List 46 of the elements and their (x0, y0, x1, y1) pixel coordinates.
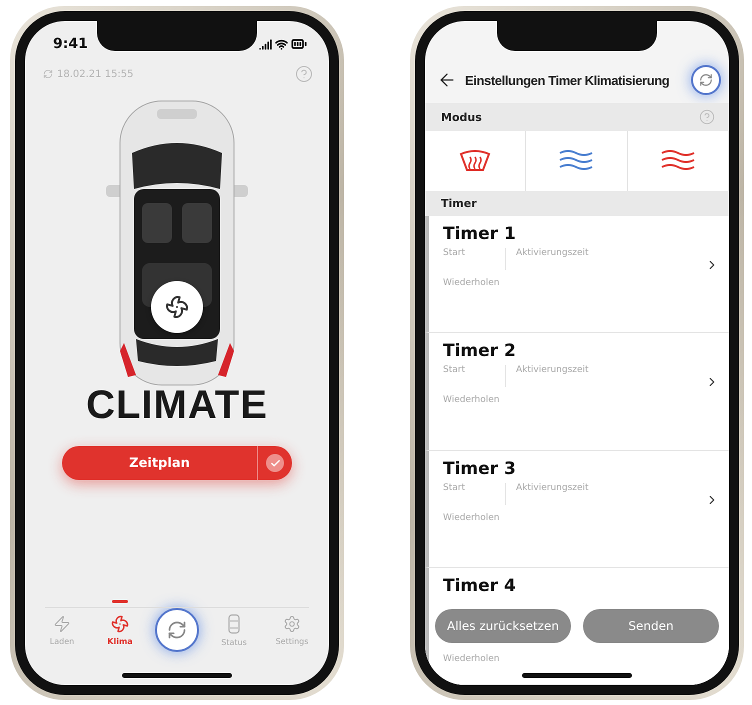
timer-title: Timer 2 (443, 341, 517, 362)
refresh-button[interactable] (155, 608, 199, 652)
nav-tab[interactable]: Status (205, 598, 263, 650)
refresh-icon (699, 73, 713, 87)
refresh-button[interactable] (691, 65, 721, 95)
timer-card[interactable]: Timer 1 Start Aktivierungszeit Wiederholen (425, 216, 729, 334)
action-button[interactable]: Alles zurücksetzen (435, 609, 571, 643)
section-label: Modus (441, 110, 482, 124)
screen-title: Einstellungen Timer Klimatisierung (465, 72, 670, 88)
field-label: Aktivierungszeit (516, 248, 589, 258)
nav-tab[interactable]: Settings (263, 598, 321, 650)
timer-title: Timer 1 (443, 224, 517, 244)
nav-tab[interactable]: Laden (33, 598, 91, 650)
settings-icon (283, 614, 301, 632)
signal-icon (259, 38, 272, 50)
timer-card[interactable]: Timer 3 Start Aktivierungszeit Wiederholen (425, 450, 729, 568)
timer-title: Timer 3 (443, 458, 517, 478)
field-label: Start (443, 248, 465, 258)
fan-icon (111, 614, 129, 632)
field-label: Wiederholen (443, 512, 500, 522)
nav-tab[interactable]: Klima (91, 598, 149, 650)
field-label: Start (443, 365, 465, 376)
cool-air-icon (558, 149, 594, 173)
last-sync-time: 18.02.21 15:55 (57, 68, 134, 80)
car-icon (228, 614, 240, 634)
refresh-icon (167, 620, 187, 640)
section-label: Timer (441, 197, 477, 210)
action-button[interactable]: Senden (583, 609, 719, 643)
field-label: Wiederholen (443, 278, 500, 288)
field-label: Wiederholen (443, 395, 500, 406)
status-time: 9:41 (53, 36, 88, 52)
climate-headline: CLIMATE (85, 383, 269, 428)
field-label: Start (443, 482, 465, 492)
field-label: Wiederholen (443, 654, 500, 664)
bolt-icon (53, 614, 71, 632)
timer-card[interactable]: Timer 2 Start Aktivierungszeit Wiederholen (425, 333, 729, 450)
sync-icon (43, 69, 53, 79)
battery-icon (291, 36, 307, 52)
field-label: Aktivierungszeit (516, 365, 589, 376)
defrost-icon (459, 150, 492, 172)
wifi-icon (275, 38, 288, 50)
field-label: Aktivierungszeit (516, 482, 589, 492)
heat-air-icon (660, 149, 696, 173)
fan-icon (165, 295, 189, 319)
timer-title: Timer 4 (443, 576, 517, 596)
schedule-button[interactable]: Zeitplan (62, 446, 292, 480)
